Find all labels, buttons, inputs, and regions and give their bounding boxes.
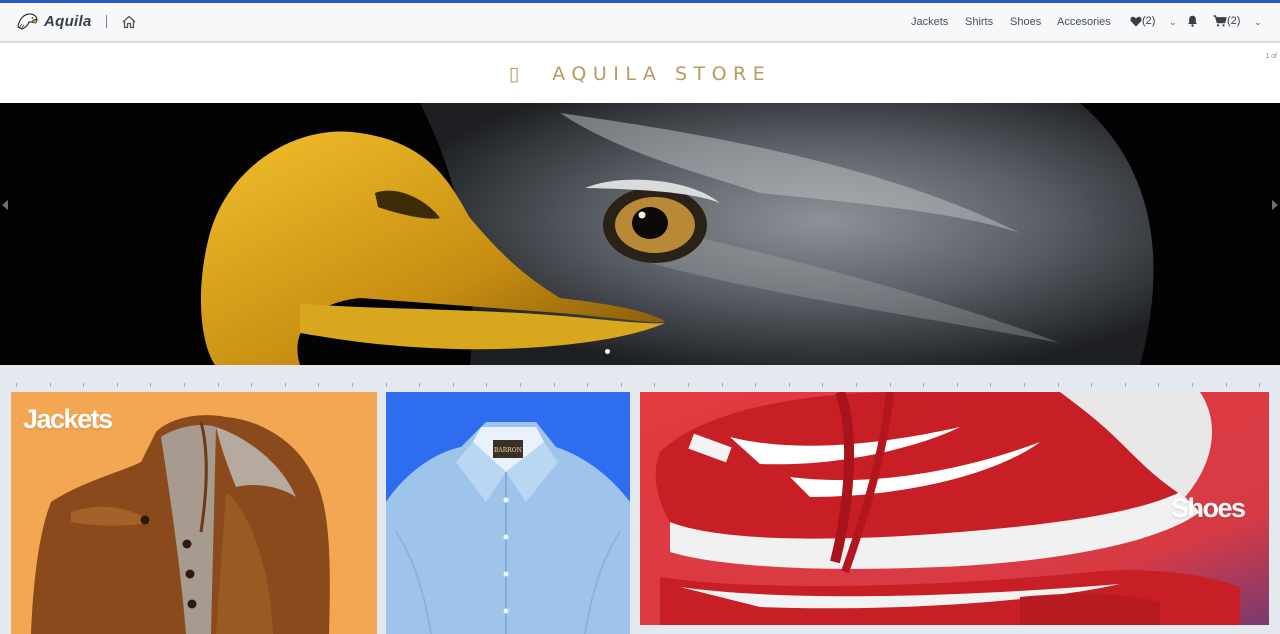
ruler-tick xyxy=(1058,383,1059,387)
ruler-tick xyxy=(184,383,185,387)
ruler-tick xyxy=(755,383,756,387)
ruler-tick xyxy=(50,383,51,387)
cart-button[interactable]: (2) xyxy=(1213,15,1240,27)
store-glyph: ▯ xyxy=(508,63,526,85)
bell-icon xyxy=(1188,15,1197,27)
hero-carousel xyxy=(0,103,1280,365)
nav-link-shirts[interactable]: Shirts xyxy=(965,16,993,28)
navbar: Aquila Jackets Shirts Shoes Accesories (… xyxy=(0,3,1280,42)
heart-icon xyxy=(1130,16,1142,26)
ruler-tick xyxy=(990,383,991,387)
ruler-tick xyxy=(957,383,958,387)
ruler-tick xyxy=(285,383,286,387)
carousel-indicator[interactable] xyxy=(603,347,612,356)
category-label-jackets: Jackets xyxy=(23,404,113,434)
slide-counter: 1 of xyxy=(1265,53,1277,60)
ruler-tick xyxy=(150,383,151,387)
ruler-tick xyxy=(1226,383,1227,387)
ruler-tick xyxy=(822,383,823,387)
nav-link-accesories[interactable]: Accesories xyxy=(1057,16,1111,28)
arrow-left-icon[interactable] xyxy=(2,200,8,210)
chevron-down-icon[interactable]: ⌄ xyxy=(1169,17,1177,28)
nav-link-jackets[interactable]: Jackets xyxy=(911,16,948,28)
ruler-tick xyxy=(1024,383,1025,387)
ruler-tick xyxy=(722,383,723,387)
category-card-shoes[interactable]: Shoes xyxy=(640,392,1269,625)
blue-shirt-image: BARRON xyxy=(386,422,630,634)
ruler-tick xyxy=(890,383,891,387)
store-title-text: AQUILA STORE xyxy=(552,63,772,85)
ruler-tick xyxy=(1158,383,1159,387)
ruler-tick xyxy=(83,383,84,387)
ruler-tick xyxy=(1259,383,1260,387)
ruler-tick xyxy=(554,383,555,387)
ruler-tick xyxy=(16,383,17,387)
category-card-jackets[interactable]: Jackets xyxy=(11,392,377,634)
wishlist-button[interactable]: (2) xyxy=(1130,15,1155,27)
ruler-tick xyxy=(1091,383,1092,387)
cart-count: (2) xyxy=(1227,15,1241,27)
ruler-tick xyxy=(1125,383,1126,387)
ruler-tick xyxy=(688,383,689,387)
ruler-tick xyxy=(453,383,454,387)
cart-icon xyxy=(1213,15,1227,27)
nav-link-shoes[interactable]: Shoes xyxy=(1010,16,1041,28)
ruler-tick xyxy=(419,383,420,387)
nav-links: Jackets Shirts Shoes Accesories (2) ⌄ (2… xyxy=(0,15,1280,32)
ruler-tick xyxy=(117,383,118,387)
ruler-tick xyxy=(923,383,924,387)
notifications-button[interactable] xyxy=(1187,15,1198,27)
ruler-tick xyxy=(621,383,622,387)
ruler-tick xyxy=(587,383,588,387)
chevron-down-icon[interactable]: ⌄ xyxy=(1254,17,1262,28)
wishlist-count: (2) xyxy=(1142,15,1156,27)
store-banner: ▯ AQUILA STORE 1 of xyxy=(0,43,1280,103)
eagle-hero-image xyxy=(0,103,1280,365)
ruler-tick xyxy=(654,383,655,387)
category-label-shoes: Shoes xyxy=(1171,493,1246,523)
ruler-tick xyxy=(386,383,387,387)
svg-text:BARRON: BARRON xyxy=(494,447,522,454)
ruler-tick xyxy=(856,383,857,387)
arrow-right-icon[interactable] xyxy=(1272,200,1278,210)
ruler-tick xyxy=(352,383,353,387)
category-card-shirts[interactable]: BARRON xyxy=(386,392,630,634)
ruler-tick xyxy=(789,383,790,387)
ruler-tick xyxy=(486,383,487,387)
ruler-tick xyxy=(318,383,319,387)
ruler-tick xyxy=(520,383,521,387)
store-title: ▯ AQUILA STORE xyxy=(0,63,1280,85)
ruler-tick xyxy=(1192,383,1193,387)
ruler xyxy=(0,383,1280,389)
ruler-tick xyxy=(251,383,252,387)
ruler-tick xyxy=(218,383,219,387)
